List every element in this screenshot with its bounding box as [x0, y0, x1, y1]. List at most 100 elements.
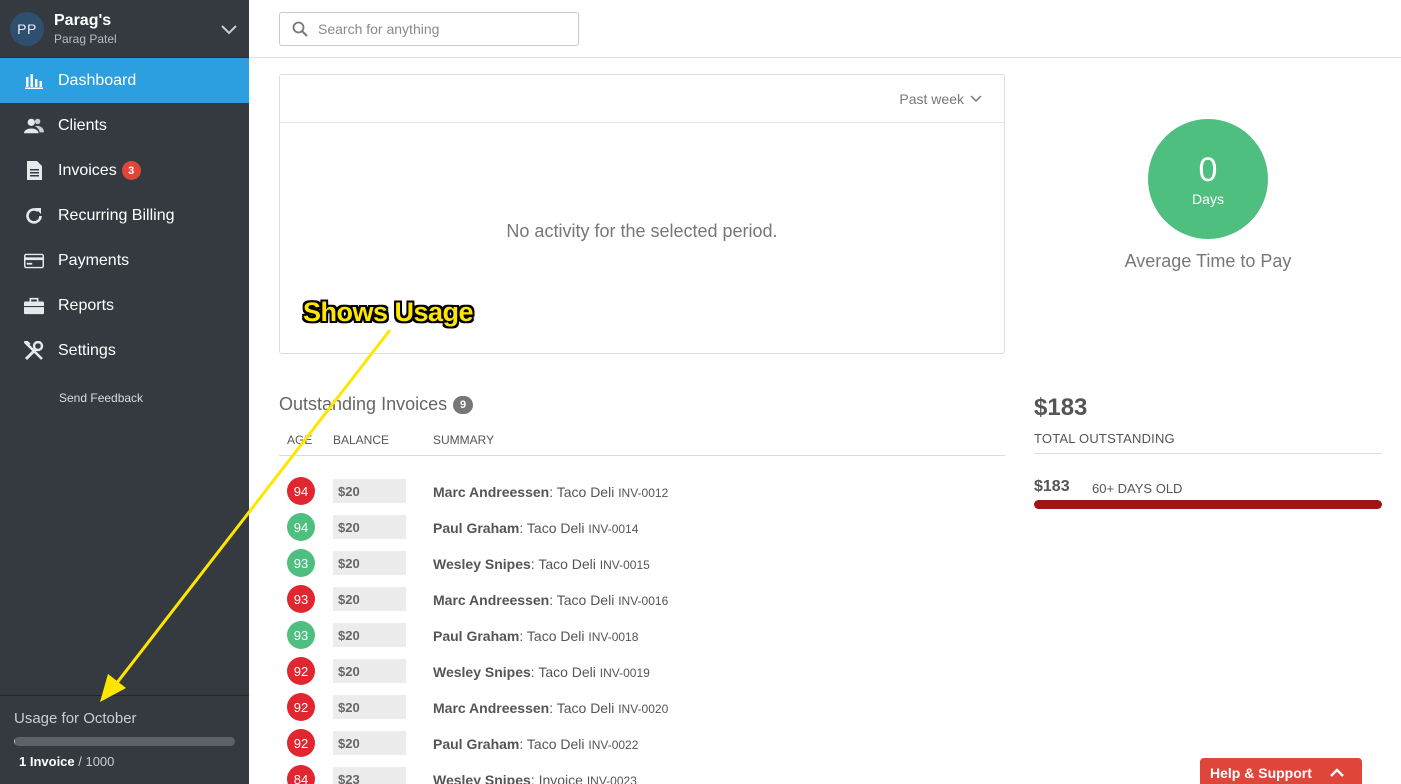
invoice-description: : Taco Deli: [530, 556, 600, 572]
invoice-description: : Taco Deli: [549, 484, 619, 500]
invoice-number: INV-0014: [588, 522, 639, 536]
sidebar-item-label: Clients: [58, 116, 107, 134]
summary-cell[interactable]: Wesley Snipes: Taco Deli INV-0019: [433, 664, 650, 680]
invoice-number: INV-0012: [618, 486, 669, 500]
summary-cell[interactable]: Marc Andreessen: Taco Deli INV-0020: [433, 700, 668, 716]
table-row[interactable]: 94 $20 Marc Andreessen: Taco Deli INV-0012: [279, 473, 1005, 509]
sidebar-item-label: Payments: [58, 251, 130, 269]
summary-cell[interactable]: Paul Graham: Taco Deli INV-0014: [433, 520, 638, 536]
invoice-number: INV-0019: [599, 666, 650, 680]
balance-cell: $20: [333, 515, 406, 539]
sidebar-item-clients[interactable]: Clients: [0, 103, 249, 148]
invoice-description: : Taco Deli: [519, 520, 589, 536]
chevron-up-icon: [1330, 768, 1344, 777]
sidebar-item-invoices[interactable]: Invoices 3: [0, 148, 249, 193]
balance-cell: $20: [333, 695, 406, 719]
summary-cell[interactable]: Wesley Snipes: Taco Deli INV-0015: [433, 556, 650, 572]
invoice-description: : Taco Deli: [519, 628, 589, 644]
invoice-number: INV-0023: [586, 774, 637, 784]
age-badge: 92: [287, 657, 315, 685]
aging-amount: $183: [1034, 478, 1070, 495]
table-row[interactable]: 92 $20 Paul Graham: Taco Deli INV-0022: [279, 725, 1005, 761]
sidebar-item-dashboard[interactable]: Dashboard: [0, 58, 249, 103]
invoice-table-header: AGE BALANCE SUMMARY: [279, 431, 1005, 456]
summary-cell[interactable]: Marc Andreessen: Taco Deli INV-0016: [433, 592, 668, 608]
time-to-pay-label: Average Time to Pay: [1124, 251, 1292, 271]
sidebar-item-payments[interactable]: Payments: [0, 238, 249, 283]
search-input[interactable]: [318, 21, 568, 37]
summary-cell[interactable]: Wesley Snipes: Invoice INV-0023: [433, 772, 637, 784]
summary-cell[interactable]: Marc Andreessen: Taco Deli INV-0012: [433, 484, 668, 500]
document-icon: [24, 161, 44, 181]
period-label: Past week: [899, 90, 964, 107]
sidebar-item-label: Settings: [58, 341, 116, 359]
age-badge: 92: [287, 729, 315, 757]
table-row[interactable]: 93 $20 Marc Andreessen: Taco Deli INV-0016: [279, 581, 1005, 617]
client-name: Wesley Snipes: [433, 664, 531, 680]
table-row[interactable]: 93 $20 Wesley Snipes: Taco Deli INV-0015: [279, 545, 1005, 581]
invoice-number: INV-0022: [588, 738, 639, 752]
usage-panel: Usage for October 1 Invoice / 1000: [0, 695, 249, 784]
age-badge: 94: [287, 513, 315, 541]
age-badge: 84: [287, 765, 315, 784]
summary-cell[interactable]: Paul Graham: Taco Deli INV-0018: [433, 628, 638, 644]
avatar: PP: [10, 11, 44, 46]
sidebar: PP Parag's Parag Patel Dashboard Clients…: [0, 0, 249, 784]
client-name: Marc Andreessen: [433, 700, 550, 716]
invoice-number: INV-0020: [618, 702, 669, 716]
outstanding-count-badge: 9: [453, 395, 474, 414]
top-bar: [249, 0, 1401, 58]
invoice-description: : Taco Deli: [549, 700, 619, 716]
search-box[interactable]: [279, 12, 579, 46]
balance-cell: $20: [333, 587, 406, 611]
sidebar-item-label: Invoices: [58, 161, 117, 179]
search-icon: [292, 21, 308, 37]
invoice-description: : Taco Deli: [549, 592, 619, 608]
client-name: Paul Graham: [433, 736, 520, 752]
usage-used: 1 Invoice: [19, 754, 75, 769]
table-row[interactable]: 94 $20 Paul Graham: Taco Deli INV-0014: [279, 509, 1005, 545]
usage-count: 1 Invoice / 1000: [14, 754, 235, 769]
sidebar-item-reports[interactable]: Reports: [0, 283, 249, 328]
balance-cell: $20: [333, 623, 406, 647]
sidebar-nav: Dashboard Clients Invoices 3 Recurring B…: [0, 58, 249, 373]
invoice-number: INV-0018: [588, 630, 639, 644]
sidebar-item-label: Recurring Billing: [58, 206, 175, 224]
aging-label: 60+ DAYS OLD: [1092, 481, 1183, 496]
time-to-pay-unit: Days: [1192, 191, 1224, 207]
send-feedback-link[interactable]: Send Feedback: [0, 391, 249, 405]
invoice-table-body: 94 $20 Marc Andreessen: Taco Deli INV-0012…: [279, 473, 1005, 784]
sidebar-item-recurring-billing[interactable]: Recurring Billing: [0, 193, 249, 238]
help-support-button[interactable]: Help & Support: [1200, 758, 1362, 784]
column-age[interactable]: AGE: [287, 433, 312, 447]
account-name: Parag's: [54, 11, 112, 29]
chevron-down-icon[interactable]: [219, 19, 239, 39]
summary-cell[interactable]: Paul Graham: Taco Deli INV-0022: [433, 736, 638, 752]
age-badge: 93: [287, 585, 315, 613]
invoice-description: : Taco Deli: [530, 664, 600, 680]
client-name: Paul Graham: [433, 628, 520, 644]
invoice-description: : Taco Deli: [519, 736, 589, 752]
account-user: Parag Patel: [54, 31, 117, 46]
sidebar-item-label: Dashboard: [58, 71, 137, 89]
age-badge: 94: [287, 477, 315, 505]
users-icon: [24, 116, 44, 136]
account-switcher[interactable]: PP Parag's Parag Patel: [0, 0, 249, 58]
table-row[interactable]: 92 $20 Wesley Snipes: Taco Deli INV-0019: [279, 653, 1005, 689]
outstanding-title-text: Outstanding Invoices: [279, 394, 448, 414]
balance-cell: $20: [333, 731, 406, 755]
balance-cell: $23: [333, 767, 406, 784]
period-dropdown[interactable]: Past week: [899, 91, 982, 107]
column-summary[interactable]: SUMMARY: [433, 433, 494, 447]
table-row[interactable]: 92 $20 Marc Andreessen: Taco Deli INV-0020: [279, 689, 1005, 725]
invoices-count-badge: 3: [121, 161, 141, 180]
sidebar-item-settings[interactable]: Settings: [0, 328, 249, 373]
aging-bar[interactable]: [1034, 500, 1382, 509]
table-row[interactable]: 84 $23 Wesley Snipes: Invoice INV-0023: [279, 761, 1005, 784]
usage-progress-bar: [14, 737, 235, 746]
column-balance[interactable]: BALANCE: [333, 433, 389, 447]
time-to-pay-value: 0: [1198, 151, 1218, 189]
table-row[interactable]: 93 $20 Paul Graham: Taco Deli INV-0018: [279, 617, 1005, 653]
annotation-callout: Shows Usage: [303, 297, 474, 327]
balance-cell: $20: [333, 551, 406, 575]
